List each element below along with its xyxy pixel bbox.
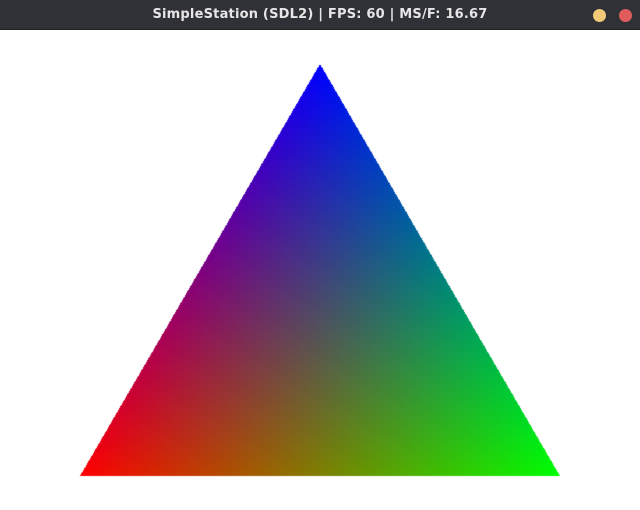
close-button[interactable] [619,9,632,22]
minimize-button[interactable] [593,9,606,22]
gradient-triangle-canvas [0,30,640,510]
window-title: SimpleStation (SDL2) | FPS: 60 | MS/F: 1… [152,7,488,22]
render-viewport [0,30,640,510]
app-window: SimpleStation (SDL2) | FPS: 60 | MS/F: 1… [0,0,640,510]
title-bar[interactable]: SimpleStation (SDL2) | FPS: 60 | MS/F: 1… [0,0,640,30]
